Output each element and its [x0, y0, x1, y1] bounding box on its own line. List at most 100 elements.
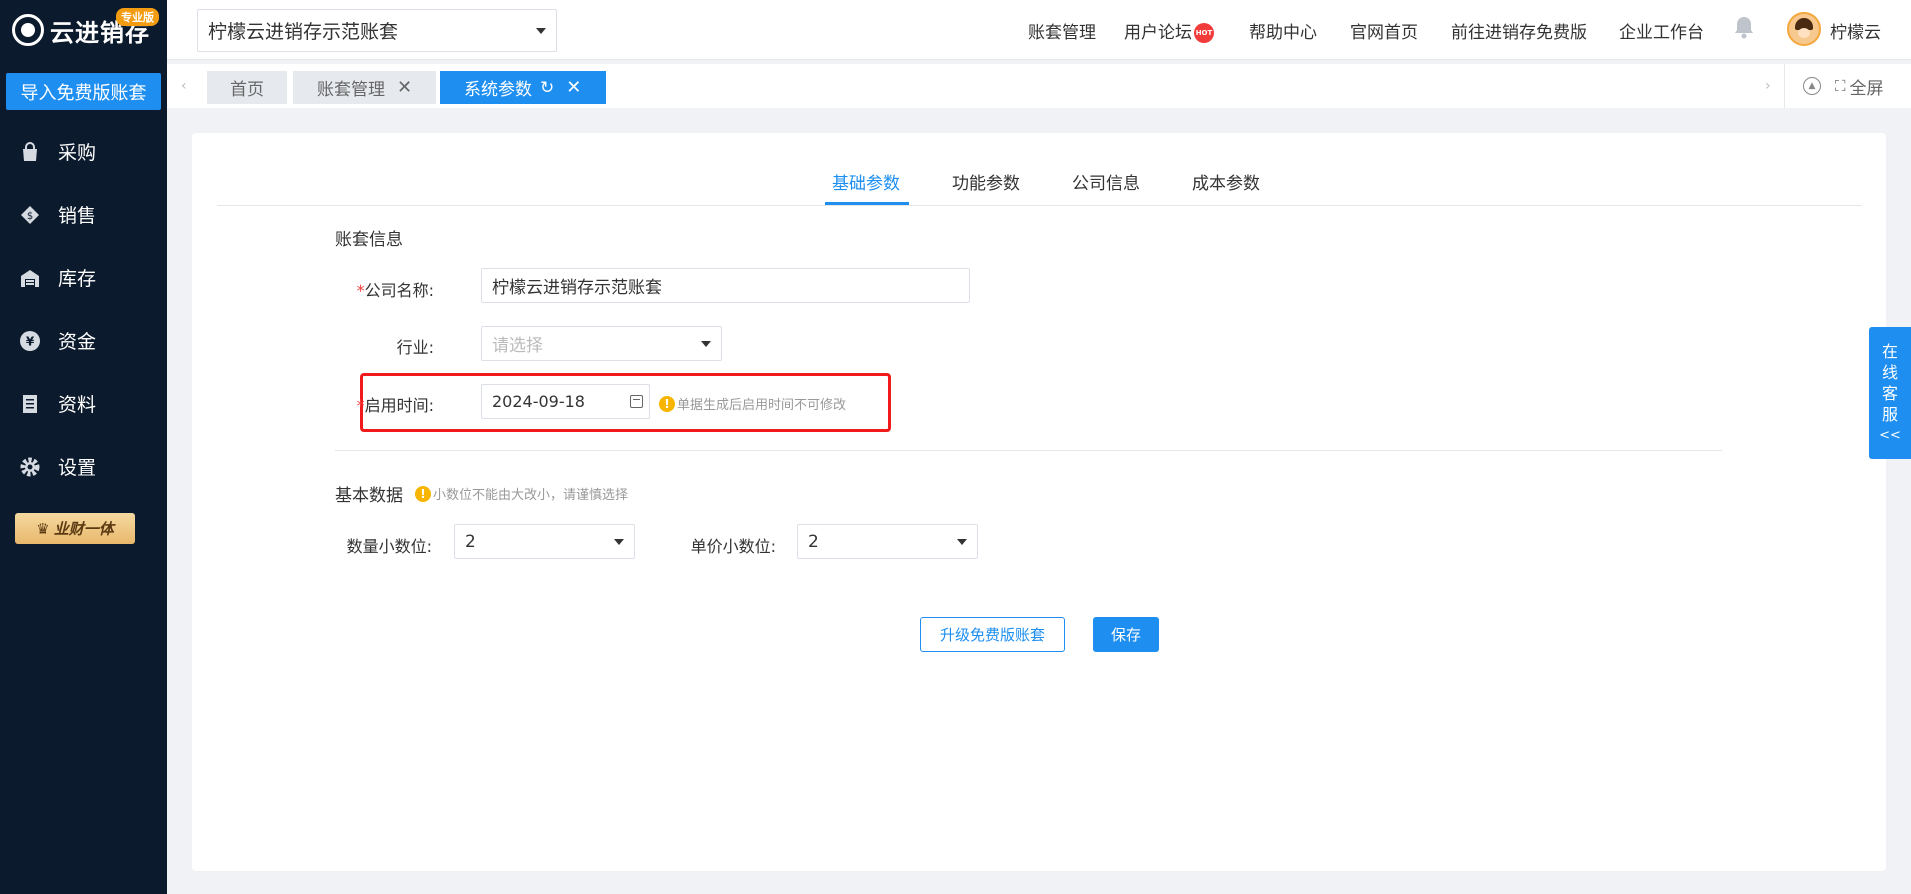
svg-text:¥: ¥: [26, 334, 35, 348]
page-tab-label: 首页: [230, 80, 264, 100]
upgrade-free-account-button[interactable]: 升级免费版账套: [920, 617, 1065, 652]
promo-label: 业财一体: [53, 520, 114, 538]
collapse-up-icon[interactable]: ▲: [1803, 77, 1821, 95]
page-tab-home[interactable]: 首页: [207, 71, 287, 104]
price-decimals-label: 单价小数位:: [690, 537, 776, 556]
gear-icon: [18, 455, 42, 479]
refresh-icon[interactable]: ↻: [540, 78, 554, 98]
chevron-down-icon: [614, 538, 624, 545]
account-select[interactable]: 柠檬云进销存示范账套: [197, 9, 557, 52]
page-tab-system-params[interactable]: 系统参数 ↻ ✕: [440, 71, 606, 104]
top-bar: 柠檬云进销存示范账套 账套管理 用户论坛 HOT 帮助中心 官网首页 前往进销存免…: [167, 0, 1911, 60]
tab-company-info[interactable]: 公司信息: [1072, 169, 1140, 194]
nav-link-free-edition[interactable]: 前往进销存免费版: [1451, 18, 1587, 43]
active-tab-indicator: [825, 202, 909, 205]
tag-icon: $: [18, 203, 42, 227]
brand-logo[interactable]: 云进销存 专业版: [0, 0, 167, 60]
hot-badge: HOT: [1194, 23, 1214, 43]
start-date-label: *启用时间:: [356, 396, 434, 415]
basic-data-hint: ! 小数位不能由大改小，请谨慎选择: [415, 484, 628, 503]
svg-text:$: $: [27, 211, 33, 222]
industry-select[interactable]: 请选择: [481, 326, 722, 361]
page-tabs-bar: ‹ 首页 账套管理 ✕ 系统参数 ↻ ✕ › ▲ ⛶ 全屏: [167, 64, 1911, 108]
start-date-hint-text: 单据生成后启用时间不可修改: [677, 398, 847, 413]
nav-link-help-center[interactable]: 帮助中心: [1249, 18, 1317, 43]
crown-icon: ♛: [36, 519, 50, 538]
basic-data-title: 基本数据: [335, 486, 403, 506]
page-tab-account-management[interactable]: 账套管理 ✕: [293, 71, 436, 104]
sidebar: 云进销存 专业版 导入免费版账套 采购 $ 销售 库存 ¥ 资金 资料 设置 ♛…: [0, 0, 167, 894]
service-char: 客: [1881, 383, 1898, 403]
service-char: 服: [1881, 404, 1898, 424]
bag-icon: [18, 140, 42, 164]
fullscreen-button[interactable]: 全屏: [1850, 74, 1884, 99]
warning-icon: !: [415, 485, 431, 502]
sidebar-item-settings[interactable]: 设置: [0, 435, 167, 498]
nav-link-user-forum[interactable]: 用户论坛 HOT: [1124, 18, 1214, 43]
sidebar-item-sales[interactable]: $ 销售: [0, 183, 167, 246]
chevron-down-icon: [957, 538, 967, 545]
start-date-input[interactable]: 2024-09-18: [481, 384, 650, 419]
page-tab-label: 账套管理: [317, 80, 385, 100]
sidebar-item-label: 销售: [58, 205, 97, 227]
nav-link-official-site[interactable]: 官网首页: [1350, 18, 1418, 43]
quantity-decimals-value: 2: [465, 531, 476, 552]
account-info-title: 账套信息: [335, 230, 403, 250]
calendar-icon[interactable]: [630, 395, 643, 408]
yen-icon: ¥: [18, 329, 42, 353]
warehouse-icon: [18, 266, 42, 290]
username[interactable]: 柠檬云: [1830, 18, 1881, 43]
sidebar-item-data[interactable]: 资料: [0, 372, 167, 435]
edition-badge: 专业版: [116, 8, 159, 26]
sidebar-item-label: 设置: [58, 457, 97, 479]
company-name-value: 柠檬云进销存示范账套: [492, 278, 662, 298]
industry-label: 行业:: [396, 338, 434, 357]
warning-icon: !: [659, 395, 675, 412]
import-free-account-button[interactable]: 导入免费版账套: [6, 73, 161, 110]
avatar[interactable]: [1787, 12, 1821, 46]
chevron-down-icon: [536, 27, 546, 34]
close-icon[interactable]: ✕: [397, 77, 412, 98]
page-tab-label: 系统参数: [464, 80, 532, 100]
logo-icon: [12, 14, 44, 46]
section-divider: [335, 450, 1722, 451]
quantity-decimals-label: 数量小数位:: [346, 537, 432, 556]
quantity-decimals-select[interactable]: 2: [454, 524, 635, 559]
price-decimals-value: 2: [808, 531, 819, 552]
tabs-toolbar: ▲ ⛶ 全屏: [1784, 64, 1911, 108]
sidebar-item-label: 采购: [58, 142, 97, 164]
nav-link-label: 用户论坛: [1124, 23, 1192, 43]
service-expand: <<: [1879, 427, 1901, 443]
chevron-down-icon: [701, 340, 711, 347]
industry-placeholder: 请选择: [492, 336, 543, 356]
sidebar-item-label: 资金: [58, 331, 97, 353]
nav-link-account-management[interactable]: 账套管理: [1028, 18, 1096, 43]
nav-link-enterprise-workbench[interactable]: 企业工作台: [1619, 18, 1704, 43]
save-button[interactable]: 保存: [1093, 617, 1159, 652]
sidebar-nav: 采购 $ 销售 库存 ¥ 资金 资料 设置: [0, 120, 167, 498]
account-select-value: 柠檬云进销存示范账套: [208, 21, 399, 43]
basic-data-hint-text: 小数位不能由大改小，请谨慎选择: [433, 488, 629, 503]
tab-basic-params[interactable]: 基础参数: [832, 169, 900, 194]
settings-tabs: 基础参数 功能参数 公司信息 成本参数: [217, 133, 1862, 206]
bell-icon[interactable]: [1733, 15, 1755, 39]
service-char: 线: [1881, 362, 1898, 382]
start-date-hint: ! 单据生成后启用时间不可修改: [659, 394, 846, 413]
business-finance-promo[interactable]: ♛ 业财一体: [15, 513, 135, 544]
sidebar-item-funds[interactable]: ¥ 资金: [0, 309, 167, 372]
online-service-tab[interactable]: 在 线 客 服 <<: [1869, 327, 1911, 459]
settings-card: 基础参数 功能参数 公司信息 成本参数 账套信息 *公司名称: 柠檬云进销存示范…: [192, 133, 1886, 871]
sidebar-item-inventory[interactable]: 库存: [0, 246, 167, 309]
fullscreen-icon[interactable]: ⛶: [1835, 77, 1846, 95]
document-icon: [18, 392, 42, 416]
close-icon[interactable]: ✕: [566, 77, 581, 98]
company-name-label: *公司名称:: [356, 281, 434, 300]
price-decimals-select[interactable]: 2: [797, 524, 978, 559]
service-char: 在: [1881, 341, 1898, 361]
sidebar-item-purchase[interactable]: 采购: [0, 120, 167, 183]
tab-cost-params[interactable]: 成本参数: [1192, 169, 1260, 194]
tab-function-params[interactable]: 功能参数: [952, 169, 1020, 194]
company-name-input[interactable]: 柠檬云进销存示范账套: [481, 268, 970, 303]
chevron-right-icon[interactable]: ›: [1765, 78, 1771, 94]
chevron-left-icon[interactable]: ‹: [181, 78, 187, 94]
